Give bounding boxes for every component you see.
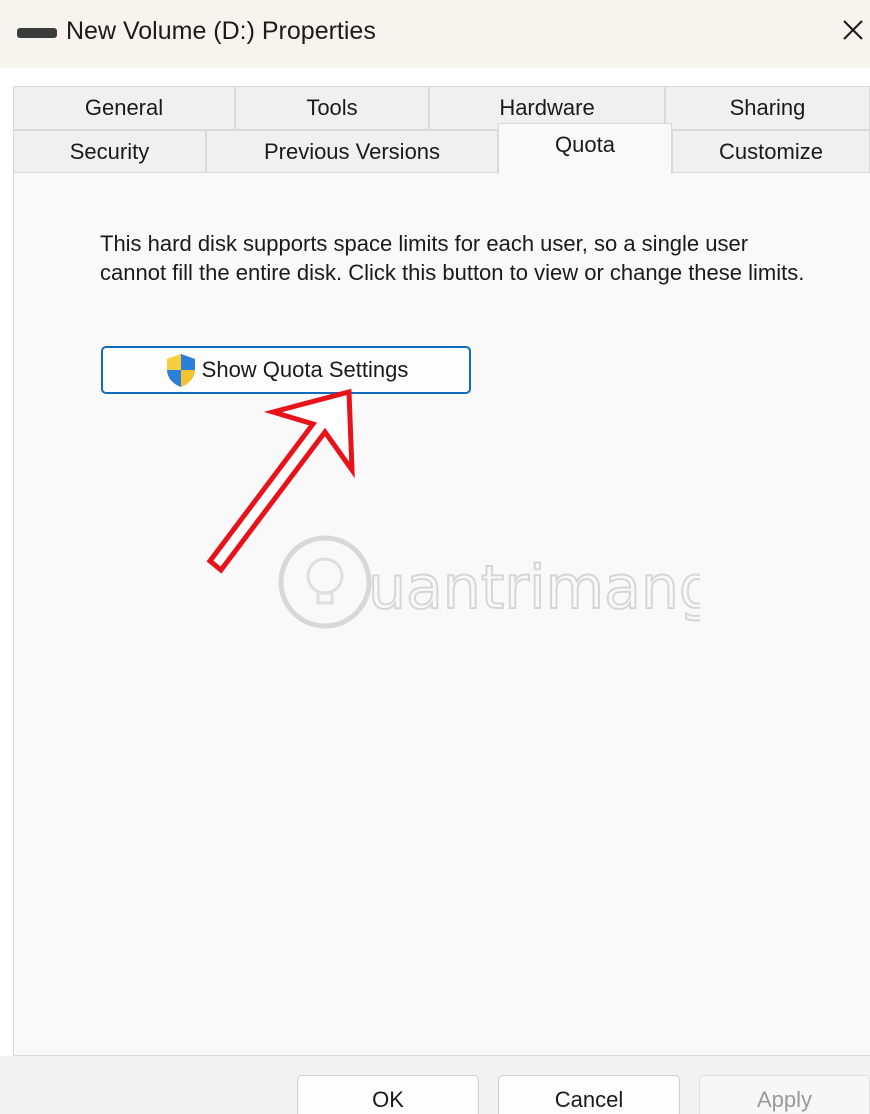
uac-shield-icon bbox=[166, 354, 195, 387]
apply-button[interactable]: Apply bbox=[699, 1075, 870, 1114]
quota-description: This hard disk supports space limits for… bbox=[100, 231, 805, 285]
tab-sharing[interactable]: Sharing bbox=[665, 86, 870, 130]
tab-general[interactable]: General bbox=[13, 86, 235, 130]
cancel-button[interactable]: Cancel bbox=[498, 1075, 680, 1114]
title-bar: New Volume (D:) Properties bbox=[0, 0, 870, 68]
drive-icon bbox=[17, 28, 57, 38]
show-quota-settings-button[interactable]: Show Quota Settings bbox=[101, 346, 471, 394]
ok-button[interactable]: OK bbox=[297, 1075, 479, 1114]
window-title: New Volume (D:) Properties bbox=[66, 17, 376, 45]
properties-dialog: New Volume (D:) Properties General Tools… bbox=[0, 0, 870, 1114]
tab-customize[interactable]: Customize bbox=[672, 130, 870, 173]
close-icon bbox=[843, 20, 863, 40]
quota-tab-panel bbox=[13, 172, 870, 1056]
tab-tools[interactable]: Tools bbox=[235, 86, 429, 130]
show-quota-settings-label: Show Quota Settings bbox=[201, 357, 409, 382]
tab-quota[interactable]: Quota bbox=[498, 123, 672, 174]
close-button[interactable] bbox=[836, 10, 870, 50]
tab-previous-versions[interactable]: Previous Versions bbox=[206, 130, 498, 173]
tab-security[interactable]: Security bbox=[13, 130, 206, 173]
